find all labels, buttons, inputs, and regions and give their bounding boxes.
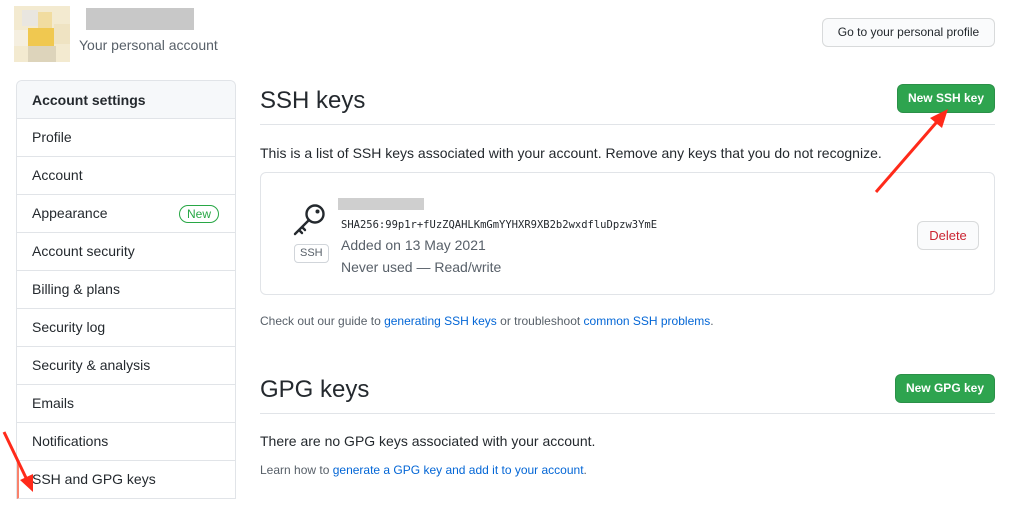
gpg-keys-title: GPG keys <box>260 376 370 403</box>
gpg-learn-note: Learn how to generate a GPG key and add … <box>260 463 587 477</box>
sidebar-item-account-security[interactable]: Account security <box>17 233 235 271</box>
gpg-empty-text: There are no GPG keys associated with yo… <box>260 433 596 449</box>
new-gpg-key-button[interactable]: New GPG key <box>895 374 995 403</box>
sidebar-item-label: Notifications <box>32 433 109 449</box>
avatar[interactable] <box>14 6 70 62</box>
ssh-key-added-date: Added on 13 May 2021 <box>341 237 486 253</box>
generating-ssh-keys-link[interactable]: generating SSH keys <box>384 314 497 328</box>
sidebar-item-notifications[interactable]: Notifications <box>17 423 235 461</box>
sidebar-item-appearance[interactable]: Appearance New <box>17 195 235 233</box>
sidebar-item-profile[interactable]: Profile <box>17 119 235 157</box>
settings-sidebar: Account settings Profile Account Appeara… <box>16 80 236 499</box>
key-icon <box>293 204 325 236</box>
account-subtitle: Your personal account <box>79 37 218 53</box>
common-ssh-problems-link[interactable]: common SSH problems <box>584 314 711 328</box>
sidebar-item-label: Account security <box>32 243 135 259</box>
section-divider <box>260 413 995 414</box>
ssh-key-fingerprint: SHA256:99p1r+fUzZQAHLKmGmYYHXR9XB2b2wxdf… <box>341 219 658 231</box>
new-badge: New <box>178 205 219 223</box>
ssh-description: This is a list of SSH keys associated wi… <box>260 145 882 161</box>
ssh-key-type-label: SSH <box>294 244 329 263</box>
sidebar-item-label: SSH and GPG keys <box>32 471 156 487</box>
sidebar-item-label: Emails <box>32 395 75 411</box>
sidebar-item-security-log[interactable]: Security log <box>17 309 235 347</box>
delete-ssh-key-button[interactable]: Delete <box>917 221 979 250</box>
sidebar-heading: Account settings <box>17 81 235 119</box>
ssh-guide-prefix: Check out our guide to <box>260 314 385 328</box>
sidebar-item-security-analysis[interactable]: Security & analysis <box>17 347 235 385</box>
sidebar-item-label: Security log <box>32 319 106 335</box>
sidebar-item-label: Security & analysis <box>32 357 151 373</box>
sidebar-item-label: Account <box>32 167 83 183</box>
ssh-guide-suffix: . <box>710 314 714 328</box>
account-name-redacted <box>86 8 194 30</box>
sidebar-item-label: Billing & plans <box>32 281 120 297</box>
annotation-arrow-new-ssh-key <box>874 109 948 193</box>
gpg-learn-suffix: . <box>583 463 587 477</box>
sidebar-item-emails[interactable]: Emails <box>17 385 235 423</box>
annotation-arrow-ssh-gpg-keys <box>2 431 33 492</box>
sidebar-item-billing[interactable]: Billing & plans <box>17 271 235 309</box>
sidebar-item-label: Appearance <box>32 205 108 221</box>
go-to-profile-button[interactable]: Go to your personal profile <box>822 18 995 47</box>
ssh-key-title-redacted <box>338 198 424 210</box>
gpg-learn-prefix: Learn how to <box>260 463 333 477</box>
sidebar-item-label: Profile <box>32 129 72 145</box>
generate-gpg-key-link[interactable]: generate a GPG key and add it to your ac… <box>333 463 584 477</box>
sidebar-item-account[interactable]: Account <box>17 157 235 195</box>
ssh-key-usage: Never used — Read/write <box>341 259 502 275</box>
sidebar-item-ssh-gpg-keys[interactable]: SSH and GPG keys <box>17 461 235 499</box>
ssh-keys-title: SSH keys <box>260 87 366 114</box>
ssh-guide-note: Check out our guide to generating SSH ke… <box>260 314 714 328</box>
ssh-guide-middle: or troubleshoot <box>496 314 584 328</box>
